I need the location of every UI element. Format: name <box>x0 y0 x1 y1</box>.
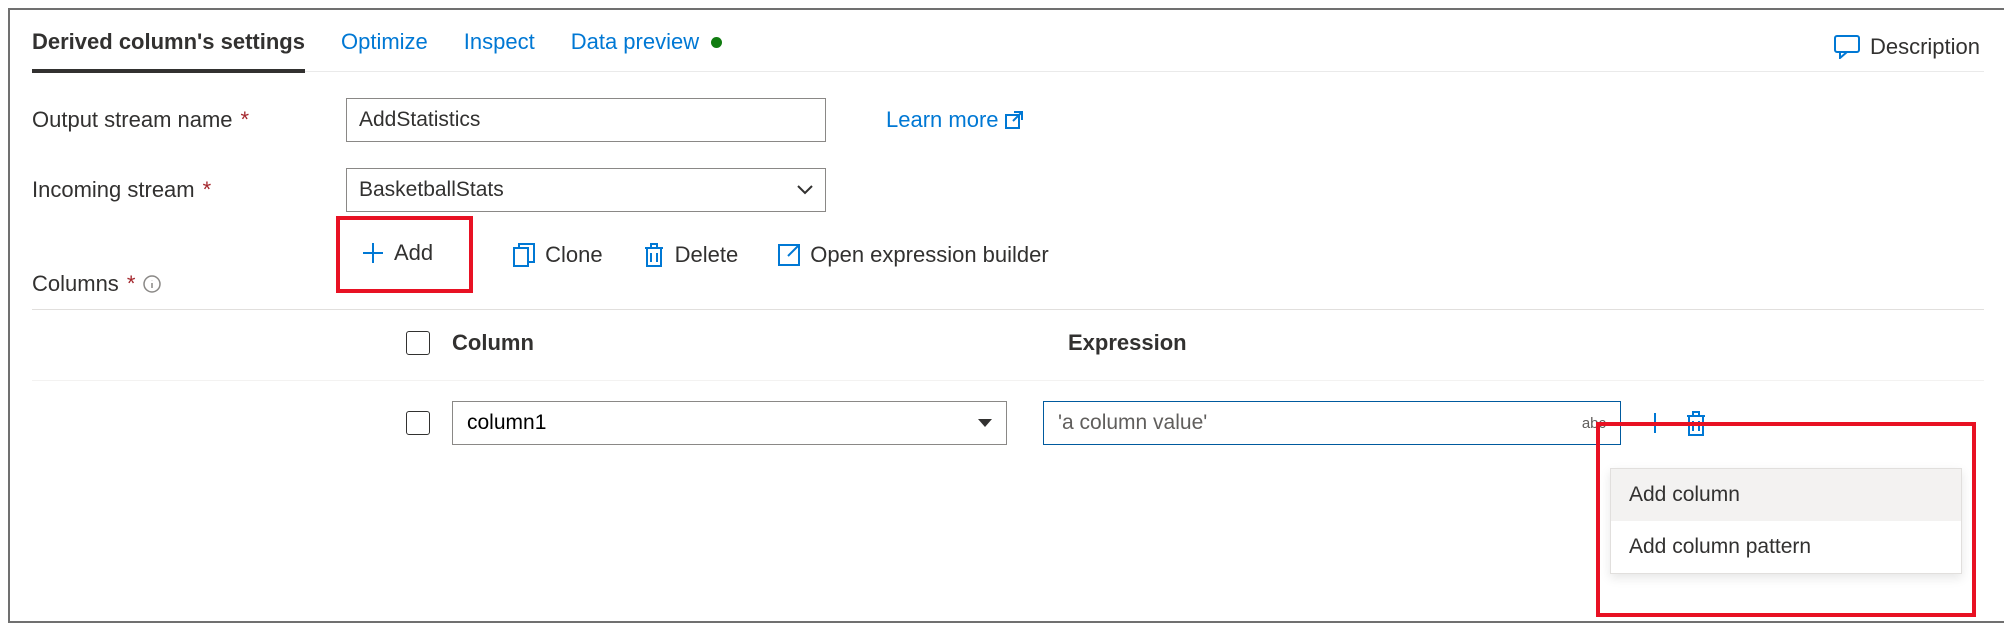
caret-down-icon <box>978 419 992 427</box>
expression-input[interactable]: 'a column value' abc <box>1043 401 1621 445</box>
trash-icon <box>643 243 665 267</box>
select-all-checkbox[interactable] <box>406 331 430 355</box>
add-button[interactable]: Add <box>362 240 433 266</box>
external-link-icon <box>1005 111 1023 129</box>
chevron-down-icon <box>797 185 813 195</box>
delete-button-label: Delete <box>675 242 739 268</box>
menu-add-column-pattern[interactable]: Add column pattern <box>1611 521 1961 573</box>
tab-data-preview-label: Data preview <box>571 29 699 55</box>
required-asterisk: * <box>127 271 136 297</box>
column-name-dropdown[interactable]: column1 <box>452 401 1007 445</box>
delete-button[interactable]: Delete <box>643 242 739 268</box>
columns-label-row: Columns * <box>32 271 1984 297</box>
tab-settings[interactable]: Derived column's settings <box>32 21 305 73</box>
highlighted-context-region: Add column Add column pattern <box>1596 422 1976 617</box>
open-builder-icon <box>778 244 800 266</box>
incoming-stream-value: BasketballStats <box>359 178 504 202</box>
description-label: Description <box>1870 34 1980 60</box>
output-stream-label: Output stream name * <box>32 107 346 133</box>
required-asterisk: * <box>203 177 212 203</box>
output-stream-label-text: Output stream name <box>32 107 233 133</box>
required-asterisk: * <box>241 107 250 133</box>
info-icon <box>143 275 161 293</box>
expression-placeholder: 'a column value' <box>1058 411 1207 435</box>
output-stream-row: Output stream name * Learn more <box>32 98 1984 142</box>
learn-more-link[interactable]: Learn more <box>886 107 1023 133</box>
columns-table-header: Column Expression <box>32 309 1984 356</box>
column-header: Column <box>452 330 1032 356</box>
incoming-stream-label-text: Incoming stream <box>32 177 195 203</box>
incoming-stream-label: Incoming stream * <box>32 177 346 203</box>
tab-inspect[interactable]: Inspect <box>464 21 535 72</box>
add-context-menu: Add column Add column pattern <box>1610 468 1962 574</box>
add-button-label: Add <box>394 240 433 266</box>
expression-header: Expression <box>1068 330 1187 356</box>
open-builder-label: Open expression builder <box>810 242 1048 268</box>
learn-more-text: Learn more <box>886 107 999 133</box>
tabs-row: Derived column's settings Optimize Inspe… <box>32 22 1984 72</box>
column-name-value: column1 <box>467 411 546 435</box>
row-checkbox[interactable] <box>406 411 430 435</box>
clone-icon <box>513 243 535 267</box>
description-button[interactable]: Description <box>1834 34 1984 60</box>
status-indicator-icon <box>711 37 722 48</box>
columns-label-text: Columns <box>32 271 119 297</box>
tab-data-preview[interactable]: Data preview <box>571 21 722 72</box>
highlighted-add-region: Add <box>336 216 473 293</box>
clone-button-label: Clone <box>545 242 602 268</box>
tab-optimize[interactable]: Optimize <box>341 21 428 72</box>
plus-icon <box>362 242 384 264</box>
incoming-stream-select[interactable]: BasketballStats <box>346 168 826 212</box>
open-expression-builder-button[interactable]: Open expression builder <box>778 242 1048 268</box>
output-stream-input[interactable] <box>346 98 826 142</box>
settings-panel: Derived column's settings Optimize Inspe… <box>8 8 2004 623</box>
menu-add-column[interactable]: Add column <box>1611 469 1961 521</box>
comment-icon <box>1834 35 1860 59</box>
clone-button[interactable]: Clone <box>513 242 602 268</box>
incoming-stream-row: Incoming stream * BasketballStats <box>32 168 1984 212</box>
columns-label: Columns * <box>32 271 346 297</box>
